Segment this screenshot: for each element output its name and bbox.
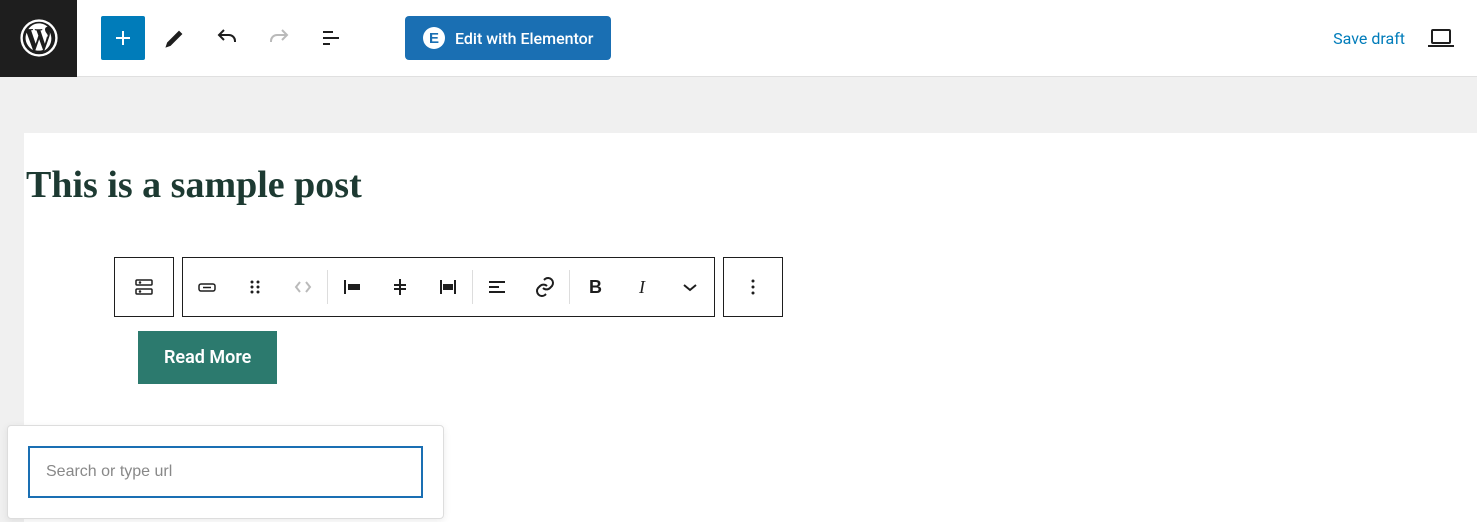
italic-icon: I — [630, 275, 654, 299]
elementor-icon: E — [423, 27, 445, 49]
svg-text:B: B — [589, 277, 602, 297]
align-button[interactable] — [473, 258, 521, 316]
bold-button[interactable]: B — [570, 258, 618, 316]
laptop-icon — [1427, 28, 1455, 48]
preview-button[interactable] — [1423, 20, 1459, 56]
justify-right-button[interactable] — [424, 258, 472, 316]
block-controls-group: B I — [182, 257, 715, 317]
add-block-button[interactable] — [101, 16, 145, 60]
document-overview-button[interactable] — [309, 16, 353, 60]
italic-button[interactable]: I — [618, 258, 666, 316]
undo-icon — [215, 26, 239, 50]
save-draft-link[interactable]: Save draft — [1333, 29, 1405, 48]
undo-button[interactable] — [205, 16, 249, 60]
post-title[interactable]: This is a sample post — [24, 163, 1477, 207]
svg-text:I: I — [638, 277, 646, 297]
justify-left-icon — [340, 275, 364, 299]
elementor-button[interactable]: E Edit with Elementor — [405, 16, 611, 60]
redo-button — [257, 16, 301, 60]
more-options-group — [723, 257, 783, 317]
block-type-button[interactable] — [120, 275, 168, 299]
read-more-button[interactable]: Read More — [138, 331, 277, 384]
button-icon — [195, 275, 219, 299]
move-button — [279, 258, 327, 316]
top-toolbar: E Edit with Elementor Save draft — [0, 0, 1477, 77]
bold-icon: B — [582, 275, 606, 299]
wordpress-icon — [20, 19, 58, 57]
redo-icon — [267, 26, 291, 50]
drag-handle[interactable] — [231, 258, 279, 316]
justify-left-button[interactable] — [328, 258, 376, 316]
edit-mode-button[interactable] — [153, 16, 197, 60]
justify-stretch-icon — [436, 275, 460, 299]
more-options-button[interactable] — [729, 275, 777, 299]
chevron-down-icon — [678, 275, 702, 299]
toolbar-right: Save draft — [1333, 0, 1477, 76]
justify-center-icon — [388, 275, 412, 299]
justify-center-button[interactable] — [376, 258, 424, 316]
link-url-input[interactable] — [28, 446, 423, 498]
block-toolbar: B I — [114, 257, 1477, 317]
block-type-group — [114, 257, 174, 317]
more-formatting-button[interactable] — [666, 258, 714, 316]
toolbar-left: E Edit with Elementor — [77, 16, 611, 60]
chevrons-icon — [291, 275, 315, 299]
list-icon — [319, 26, 343, 50]
button-block-button[interactable] — [183, 258, 231, 316]
link-popover — [7, 425, 444, 519]
wordpress-logo[interactable] — [0, 0, 77, 77]
buttons-block-icon — [132, 275, 156, 299]
pencil-icon — [163, 26, 187, 50]
drag-icon — [243, 275, 267, 299]
align-left-icon — [485, 275, 509, 299]
more-vertical-icon — [741, 275, 765, 299]
plus-icon — [111, 26, 135, 50]
elementor-label: Edit with Elementor — [455, 29, 593, 48]
link-icon — [533, 275, 557, 299]
link-button[interactable] — [521, 258, 569, 316]
